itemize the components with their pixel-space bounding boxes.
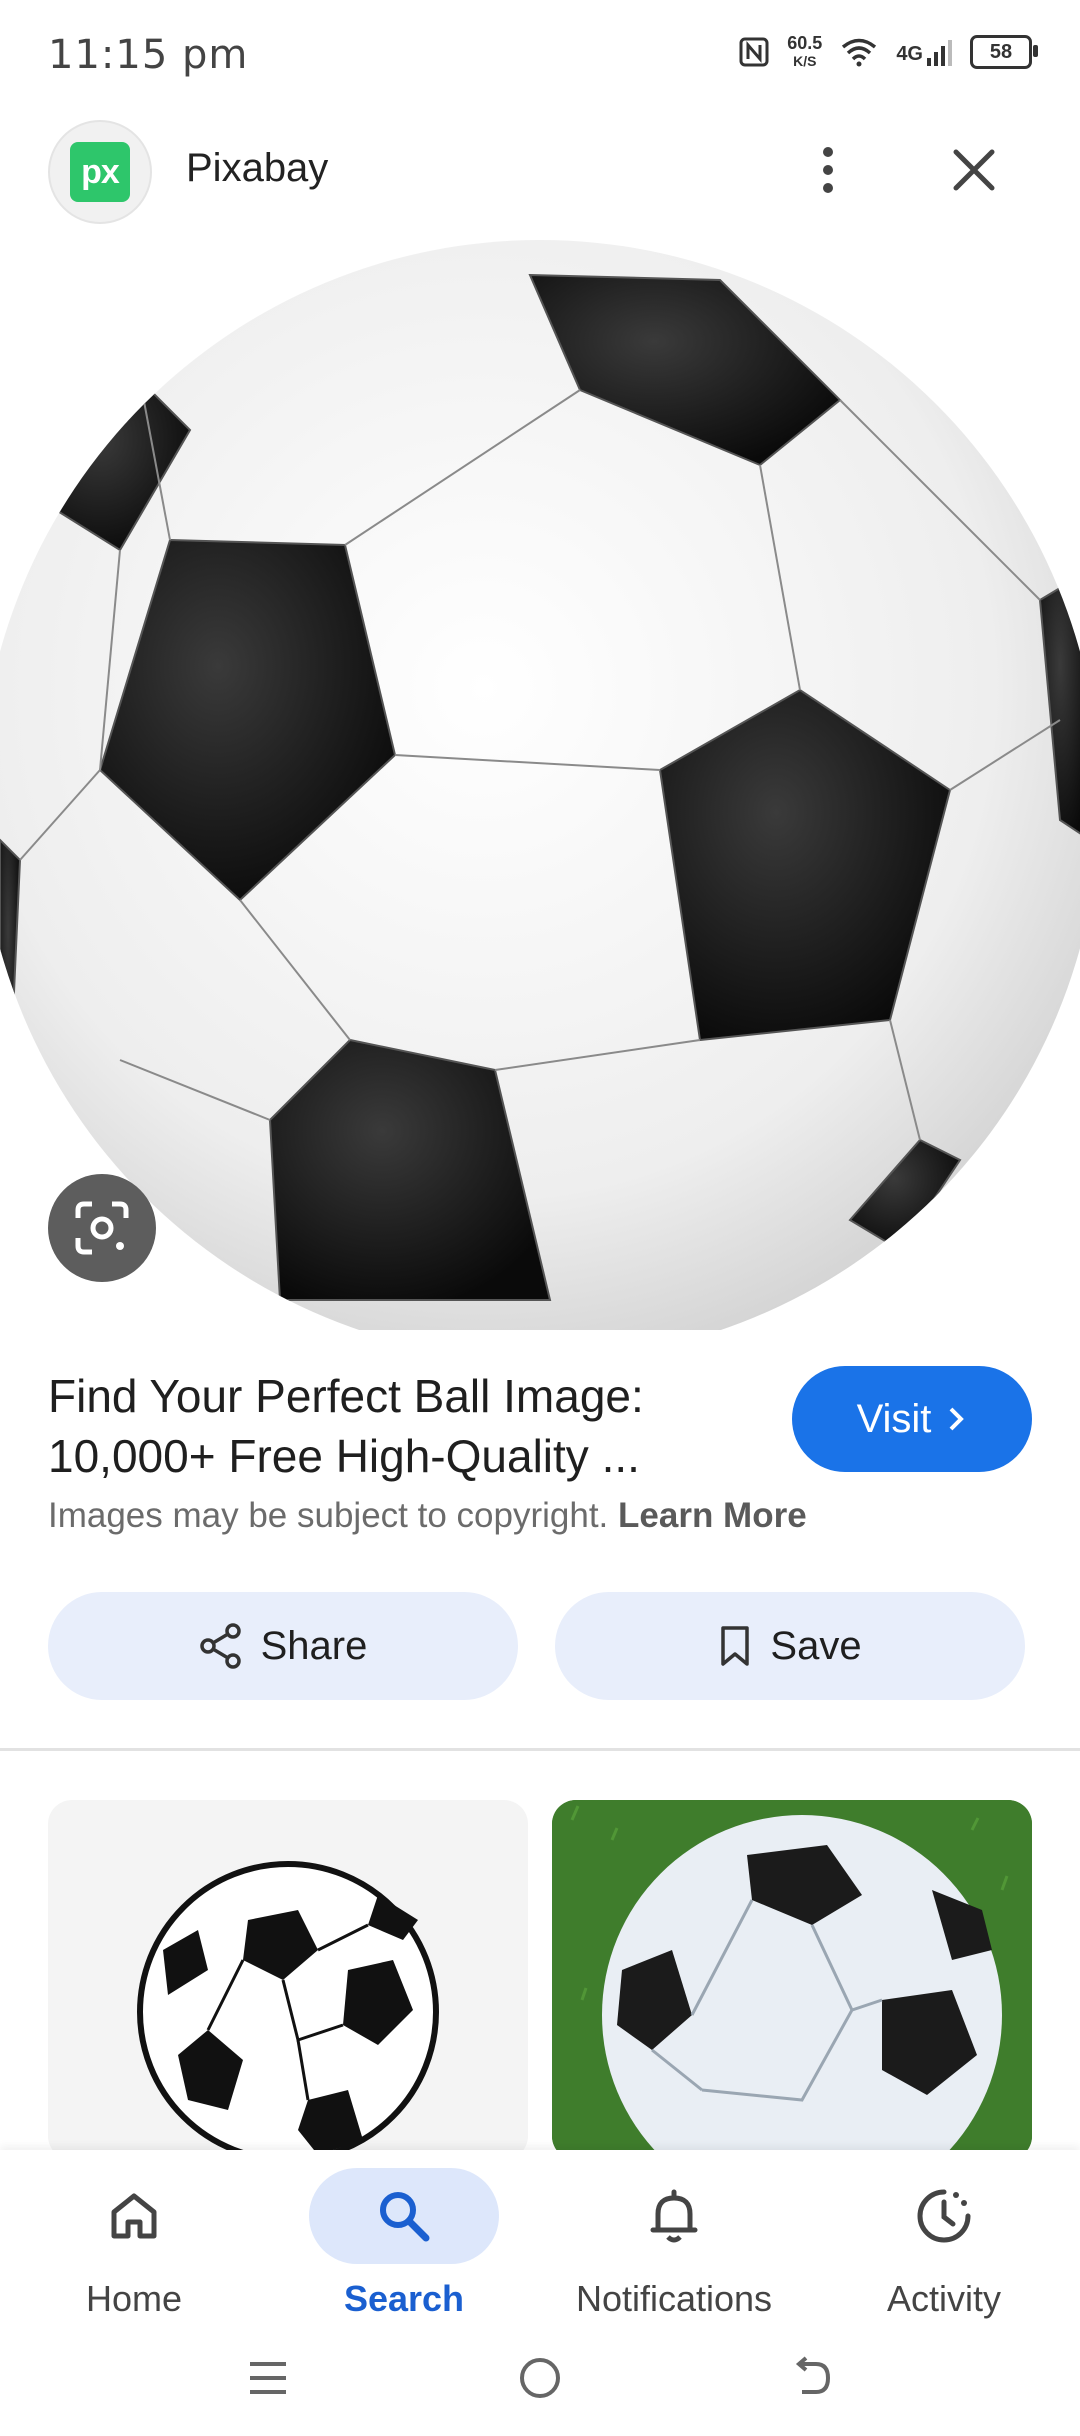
share-label: Share xyxy=(260,1623,368,1668)
save-button[interactable]: Save xyxy=(555,1592,1025,1700)
nav-notifications-icon-wrap xyxy=(579,2168,769,2264)
search-icon xyxy=(380,2192,430,2242)
speed-value: 60.5 xyxy=(787,33,823,53)
save-label: Save xyxy=(770,1623,862,1668)
nfc-icon xyxy=(739,37,769,67)
soccer-ball-grass-image xyxy=(552,1800,1032,2160)
visit-label: Visit xyxy=(856,1396,932,1441)
copyright-notice: Images may be subject to copyright. Lear… xyxy=(48,1496,807,1536)
recent-apps-button[interactable] xyxy=(246,2356,290,2405)
share-icon xyxy=(199,1623,241,1669)
result-image[interactable] xyxy=(0,240,1080,1330)
site-logo[interactable]: px xyxy=(48,120,152,224)
site-name[interactable]: Pixabay xyxy=(186,146,328,191)
system-navigation-bar xyxy=(0,2346,1080,2406)
related-image[interactable] xyxy=(552,1800,1032,2160)
nav-home-label: Home xyxy=(85,2278,183,2319)
activity-icon xyxy=(917,2189,971,2243)
nav-activity-icon-wrap xyxy=(849,2168,1039,2264)
result-title-line1: Find Your Perfect Ball Image: xyxy=(48,1370,644,1422)
back-system-button[interactable] xyxy=(790,2356,834,2405)
wifi-icon xyxy=(842,38,877,67)
speed-unit: K/S xyxy=(793,53,817,69)
chevron-right-icon xyxy=(950,1407,965,1431)
lens-icon xyxy=(75,1201,129,1255)
pixabay-logo: px xyxy=(70,142,130,202)
soccer-ball-image xyxy=(0,240,1080,1330)
copyright-text: Images may be subject to copyright. xyxy=(48,1496,609,1535)
visit-button[interactable]: Visit xyxy=(792,1366,1032,1472)
network-speed: 60.5 K/S xyxy=(787,34,822,70)
nav-search-label: Search xyxy=(343,2278,465,2319)
circle-home-icon xyxy=(520,2358,560,2398)
status-time: 11:15 pm xyxy=(48,32,249,78)
nav-notifications-label: Notifications xyxy=(575,2278,773,2319)
section-divider xyxy=(0,1748,1080,1751)
share-button[interactable]: Share xyxy=(48,1592,518,1700)
battery-indicator: 58 xyxy=(970,35,1038,69)
cell-signal: 4G xyxy=(896,38,952,66)
nav-notifications[interactable]: Notifications xyxy=(544,2168,804,2320)
home-icon xyxy=(111,2193,157,2239)
more-vert-icon xyxy=(823,147,833,193)
nav-home[interactable]: Home xyxy=(4,2168,264,2320)
result-title[interactable]: Find Your Perfect Ball Image: 10,000+ Fr… xyxy=(48,1366,748,1486)
more-options-button[interactable] xyxy=(800,140,856,200)
battery-level: 58 xyxy=(989,40,1013,63)
result-title-line2: 10,000+ Free High-Quality ... xyxy=(48,1430,640,1482)
network-type: 4G xyxy=(896,43,923,65)
close-button[interactable] xyxy=(944,140,1004,200)
nav-activity[interactable]: Activity xyxy=(814,2168,1074,2320)
home-system-button[interactable] xyxy=(518,2356,562,2405)
soccer-ball-outline-image xyxy=(137,1861,439,2160)
google-lens-button[interactable] xyxy=(48,1174,156,1282)
status-icons: 60.5 K/S 4G 58 xyxy=(739,34,1038,70)
menu-icon xyxy=(250,2362,286,2394)
nav-search-icon-wrap xyxy=(309,2168,499,2264)
close-icon xyxy=(953,149,995,191)
back-icon xyxy=(795,2356,831,2394)
nav-activity-label: Activity xyxy=(886,2278,1001,2319)
bookmark-icon xyxy=(721,1626,750,1666)
learn-more-link[interactable]: Learn More xyxy=(618,1496,807,1535)
nav-home-icon-wrap xyxy=(39,2168,229,2264)
related-image[interactable] xyxy=(48,1800,528,2160)
signal-icon xyxy=(927,40,952,66)
nav-search[interactable]: Search xyxy=(274,2168,534,2320)
bell-icon xyxy=(650,2189,698,2243)
